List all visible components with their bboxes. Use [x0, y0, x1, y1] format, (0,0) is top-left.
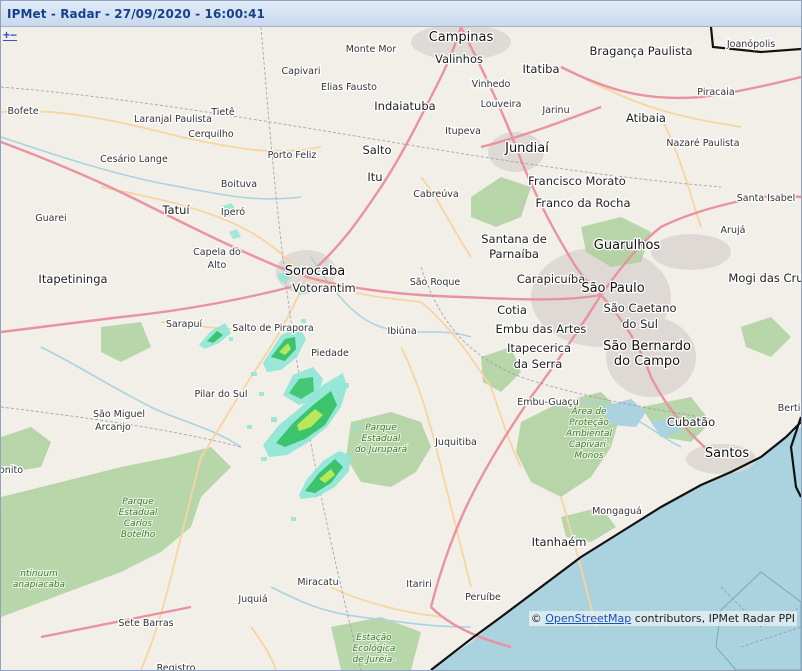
place-label: Capivari: [281, 66, 320, 77]
place-label: do Sul: [622, 317, 658, 331]
place-label: Arujá: [721, 225, 746, 236]
place-label: Votorantim: [292, 281, 356, 295]
place-label: Salto: [362, 143, 391, 157]
place-label: São Miguel: [93, 409, 145, 420]
place-label: Vinhedo: [472, 79, 511, 90]
place-label: Atibaia: [626, 111, 666, 125]
place-label: Boituva: [221, 179, 257, 190]
map-attribution: © OpenStreetMap contributors, IPMet Rada…: [528, 611, 797, 626]
place-label: onito: [1, 465, 23, 476]
place-label: Arcanjo: [95, 422, 131, 433]
place-label: Santos: [705, 446, 750, 461]
zoom-out-button[interactable]: −: [10, 28, 17, 42]
place-label: Ibiúna: [387, 326, 416, 337]
place-label: Carapicuíba: [517, 272, 586, 286]
place-label: Tatuí: [161, 203, 190, 217]
openstreetmap-link[interactable]: OpenStreetMap: [545, 612, 631, 625]
place-label: Embu das Artes: [496, 322, 587, 336]
map-view[interactable]: Campinas Monte Mor Valinhos Vinhedo Itatiba B…: [1, 27, 801, 670]
place-label: Juquitiba: [434, 437, 477, 448]
protected-area-label: Parque Estadual Carlos Botelho: [119, 497, 158, 540]
place-label: Itu: [367, 170, 382, 184]
place-label: Alto: [208, 260, 227, 271]
place-label: Cotia: [497, 303, 527, 317]
title-bar: IPMet - Radar - 27/09/2020 - 16:00:41: [1, 1, 801, 27]
place-label: Sarapuí: [166, 319, 203, 330]
place-label: Sorocaba: [285, 264, 346, 279]
place-label: Bofete: [7, 106, 38, 117]
place-label: Embu-Guaçu: [517, 397, 579, 408]
zoom-in-button[interactable]: +: [3, 28, 10, 42]
place-label: Itanhaém: [532, 535, 587, 549]
place-label: Salto de Pirapora: [232, 323, 313, 334]
place-label: Tietê: [210, 107, 235, 118]
place-label: Itapetininga: [38, 272, 107, 286]
place-label: Piedade: [311, 348, 349, 359]
place-label: São Paulo: [581, 281, 644, 296]
attribution-text: contributors, IPMet Radar PPI: [634, 612, 795, 625]
place-label: Itariri: [406, 579, 431, 590]
place-label: Iperó: [221, 207, 245, 218]
place-label: Franco da Rocha: [535, 196, 630, 210]
place-label: Cabreúva: [413, 189, 459, 200]
place-label: Juquiá: [237, 594, 267, 605]
place-label: Santana de: [481, 232, 547, 246]
place-label: Indaiatuba: [374, 99, 435, 113]
place-label: São Bernardo: [603, 339, 691, 354]
place-label: Porto Feliz: [268, 150, 317, 161]
copyright-symbol: ©: [530, 612, 542, 625]
radar-window: IPMet - Radar - 27/09/2020 - 16:00:41 +−: [0, 0, 802, 671]
window-title: IPMet - Radar - 27/09/2020 - 16:00:41: [7, 7, 265, 21]
place-label: Sete Barras: [118, 618, 173, 629]
place-label: Bragança Paulista: [589, 44, 692, 58]
place-label: São Roque: [410, 277, 461, 288]
place-label: Itapecerica: [507, 341, 571, 355]
place-label: Cubatão: [667, 415, 715, 429]
place-label: da Serra: [514, 357, 563, 371]
place-label: Valinhos: [435, 52, 483, 66]
place-label: Itupeva: [445, 126, 481, 137]
place-label: Louveira: [481, 99, 522, 110]
place-label: Francisco Morato: [528, 174, 626, 188]
place-label: Jundiaí: [504, 141, 549, 156]
place-label: Jarinu: [541, 105, 569, 116]
place-label: Campinas: [429, 30, 494, 45]
place-label: Bertio: [778, 403, 801, 414]
place-label: Elias Fausto: [321, 82, 377, 93]
place-label: São Caetano: [603, 301, 676, 315]
place-label: Nazaré Paulista: [666, 138, 739, 149]
place-label: Parnaíba: [489, 247, 539, 261]
place-label: Santa Isabel: [737, 193, 796, 204]
protected-area-label: Estação Ecológica de Juréia-: [353, 633, 396, 665]
place-label: Cesário Lange: [100, 154, 168, 165]
place-label: Joanópolis: [726, 39, 775, 50]
place-label: Peruíbe: [465, 592, 501, 603]
place-label: Mongaguá: [592, 506, 642, 517]
place-label: Guarulhos: [594, 238, 661, 253]
zoom-controls: +−: [3, 28, 17, 42]
place-label: do Campo: [614, 354, 680, 369]
place-label: Mogi das Cruz: [728, 271, 801, 285]
place-label: Itatiba: [523, 62, 560, 76]
place-label: Laranjal Paulista: [134, 114, 212, 125]
map-canvas[interactable]: Campinas Monte Mor Valinhos Vinhedo Itatiba B…: [1, 27, 801, 670]
place-label: Cerquilho: [188, 129, 234, 140]
place-label: Piracaia: [697, 87, 734, 98]
place-label: Miracatu: [297, 577, 338, 588]
place-label: Registro: [157, 663, 196, 670]
protected-area-label: ntinuum anapiacaba: [13, 569, 65, 590]
place-label: Guarei: [35, 213, 66, 224]
place-label: Capela do: [193, 247, 241, 258]
place-label: Pilar do Sul: [194, 389, 247, 400]
place-label: Monte Mor: [346, 44, 397, 55]
